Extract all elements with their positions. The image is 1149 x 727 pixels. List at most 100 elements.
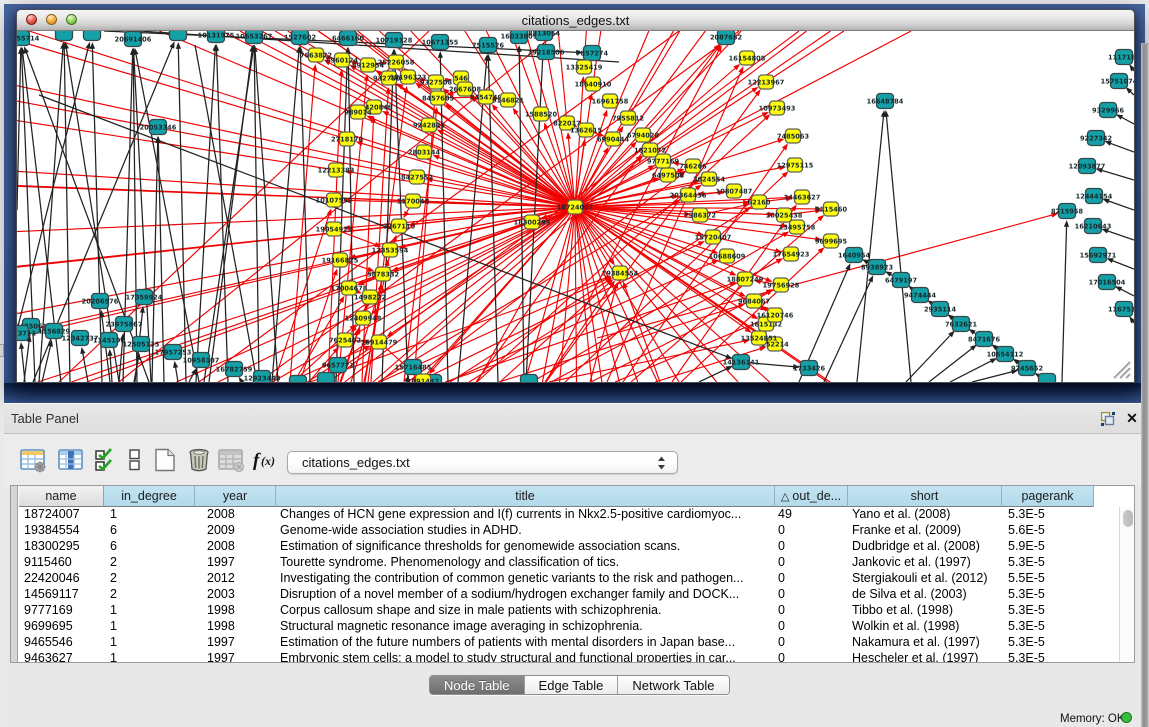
- table-cell[interactable]: 5.9E-5: [1002, 539, 1094, 555]
- table-cell[interactable]: 1: [104, 603, 195, 619]
- table-vertical-scrollbar[interactable]: [1119, 507, 1135, 663]
- table-cell[interactable]: 19384554: [19, 523, 104, 539]
- table-cell[interactable]: 0: [775, 539, 848, 555]
- graph-node[interactable]: 1117186: [1108, 50, 1134, 65]
- table-cell[interactable]: 5.3E-5: [1002, 507, 1094, 523]
- table-cell[interactable]: Nakamura et al. (1997): [848, 635, 1002, 651]
- table-cell[interactable]: 2: [104, 571, 195, 587]
- table-cell[interactable]: 2: [104, 555, 195, 571]
- graph-node[interactable]: 7857274: [576, 46, 609, 61]
- graph-node[interactable]: 20206576: [82, 294, 119, 309]
- node-attribute-table[interactable]: namein_degreeyeartitle△ out_de...shortpa…: [10, 485, 1135, 663]
- table-cell[interactable]: 1: [104, 507, 195, 523]
- table-cell[interactable]: 18724007: [19, 507, 104, 523]
- table-cell[interactable]: 5.5E-5: [1002, 571, 1094, 587]
- network-view-window[interactable]: citations_edges.txt 14055714206914061013…: [16, 9, 1135, 383]
- function-builder-icon[interactable]: f(x): [252, 448, 278, 473]
- graph-node[interactable]: [318, 373, 335, 383]
- graph-node[interactable]: 18640910: [575, 77, 612, 91]
- table-scrollbar-thumb[interactable]: [1123, 510, 1133, 527]
- graph-node[interactable]: 7632621: [945, 317, 978, 332]
- close-panel-icon[interactable]: ✕: [1124, 410, 1140, 426]
- table-cell[interactable]: 9463627: [19, 651, 104, 663]
- table-cell[interactable]: 2: [104, 587, 195, 603]
- table-cell[interactable]: 6: [104, 539, 195, 555]
- table-cell[interactable]: 0: [775, 603, 848, 619]
- citation-network-graph[interactable]: 1405571420691406101319751065326715276026…: [17, 31, 1134, 382]
- column-header-year[interactable]: year: [195, 486, 276, 507]
- graph-node[interactable]: 2718170: [331, 132, 364, 146]
- graph-node[interactable]: 10107552: [316, 193, 353, 207]
- table-cell[interactable]: 1998: [195, 619, 276, 635]
- table-cell[interactable]: Embryonic stem cells: a model to study s…: [276, 651, 775, 663]
- table-cell[interactable]: 1997: [195, 651, 276, 663]
- new-table-icon[interactable]: [153, 448, 179, 473]
- row-height-icon[interactable]: [127, 448, 143, 473]
- table-cell[interactable]: 5.3E-5: [1002, 555, 1094, 571]
- table-cell[interactable]: 9465546: [19, 635, 104, 651]
- graph-node[interactable]: 9699695: [815, 234, 848, 248]
- graph-node[interactable]: 12213967: [748, 75, 785, 89]
- right-divider-bar[interactable]: [1141, 43, 1149, 727]
- table-row[interactable]: 977716911998Corpus callosum shape and si…: [19, 603, 1094, 619]
- graph-node[interactable]: 16154808: [729, 51, 766, 65]
- graph-node[interactable]: 20364436: [670, 188, 707, 202]
- table-cell[interactable]: 5.3E-5: [1002, 619, 1094, 635]
- graph-node[interactable]: 20691406: [115, 32, 152, 47]
- graph-node[interactable]: 2935114: [924, 302, 957, 317]
- table-cell[interactable]: 5.3E-5: [1002, 635, 1094, 651]
- graph-node[interactable]: 16648784: [867, 94, 904, 109]
- memory-ok-indicator[interactable]: [1121, 712, 1132, 723]
- table-cell[interactable]: 0: [775, 587, 848, 603]
- graph-node[interactable]: 8215958: [1051, 204, 1084, 219]
- tab-edge-table[interactable]: Edge Table: [525, 676, 619, 694]
- table-header-row[interactable]: namein_degreeyeartitle△ out_de...shortpa…: [19, 486, 1094, 507]
- table-row[interactable]: 969969511998Structural magnetic resonanc…: [19, 619, 1094, 635]
- column-header-title[interactable]: title: [276, 486, 775, 507]
- graph-node[interactable]: 16961758: [592, 94, 629, 108]
- table-row[interactable]: 1456911722003Disruption of a novel membe…: [19, 587, 1094, 603]
- table-cell[interactable]: 5.3E-5: [1002, 587, 1094, 603]
- graph-node[interactable]: 9115460: [815, 202, 848, 216]
- table-settings-icon[interactable]: [20, 448, 48, 473]
- table-cell[interactable]: Corpus callosum shape and size in male p…: [276, 603, 775, 619]
- select-column-icon[interactable]: [58, 448, 86, 473]
- panel-collapse-handle[interactable]: [0, 344, 4, 357]
- table-row[interactable]: 1938455462009Genome-wide association stu…: [19, 523, 1094, 539]
- table-cell[interactable]: Investigating the contribution of common…: [276, 571, 775, 587]
- table-row[interactable]: 1872400712008Changes of HCN gene express…: [19, 507, 1094, 523]
- graph-node[interactable]: 12213383: [318, 163, 355, 177]
- graph-node[interactable]: [1039, 374, 1056, 383]
- table-cell[interactable]: Dudbridge et al. (2008): [848, 539, 1002, 555]
- table-cell[interactable]: 1997: [195, 635, 276, 651]
- table-cell[interactable]: Wolkin et al. (1998): [848, 619, 1002, 635]
- table-cell[interactable]: 1998: [195, 603, 276, 619]
- graph-node[interactable]: 7955812: [612, 111, 645, 125]
- graph-node[interactable]: [56, 31, 73, 41]
- table-cell[interactable]: 1: [104, 635, 195, 651]
- select-rows-icon[interactable]: [94, 448, 118, 473]
- table-cell[interactable]: 14569117: [19, 587, 104, 603]
- graph-node[interactable]: 9242845: [413, 118, 446, 132]
- table-cell[interactable]: Hescheler et al. (1997): [848, 651, 1002, 663]
- table-cell[interactable]: Franke et al. (2009): [848, 523, 1002, 539]
- column-header-short[interactable]: short: [848, 486, 1002, 507]
- graph-node[interactable]: 9474444: [904, 288, 937, 303]
- graph-node[interactable]: 10131975: [198, 31, 235, 43]
- graph-node[interactable]: 1733426: [793, 361, 826, 376]
- table-cell[interactable]: 9699695: [19, 619, 104, 635]
- table-cell[interactable]: Genome-wide association studies in ADHD.: [276, 523, 775, 539]
- table-row[interactable]: 2242004622012Investigating the contribut…: [19, 571, 1094, 587]
- table-selector-dropdown[interactable]: citations_edges.txt: [287, 451, 678, 474]
- table-cell[interactable]: 5.3E-5: [1002, 651, 1094, 663]
- table-cell[interactable]: Estimation of the future numbers of pati…: [276, 635, 775, 651]
- window-resize-grip[interactable]: [1106, 354, 1132, 380]
- table-cell[interactable]: 9777169: [19, 603, 104, 619]
- table-cell[interactable]: 0: [775, 555, 848, 571]
- table-cell[interactable]: 2003: [195, 587, 276, 603]
- graph-node[interactable]: [290, 376, 307, 383]
- table-cell[interactable]: 22420046: [19, 571, 104, 587]
- table-cell[interactable]: Estimation of significance thresholds fo…: [276, 539, 775, 555]
- network-canvas[interactable]: 1405571420691406101319751065326715276026…: [17, 31, 1134, 382]
- table-cell[interactable]: Tourette syndrome. Phenomenology and cla…: [276, 555, 775, 571]
